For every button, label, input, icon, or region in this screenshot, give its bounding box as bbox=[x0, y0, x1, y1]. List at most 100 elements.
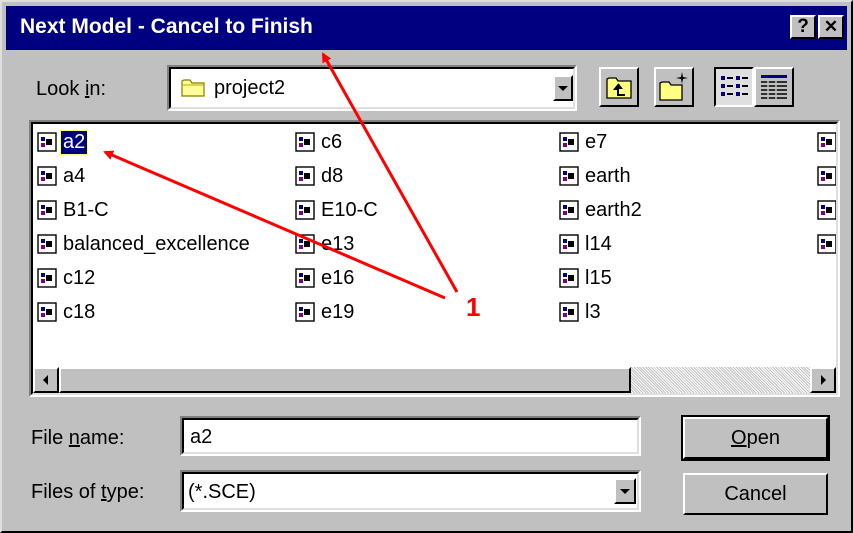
model-file-icon bbox=[37, 302, 57, 322]
model-file-icon bbox=[37, 132, 57, 152]
file-item-label: earth2 bbox=[585, 199, 642, 221]
file-item[interactable]: a2 bbox=[37, 130, 287, 158]
model-file-icon bbox=[295, 132, 315, 152]
look-in-label: Look in: bbox=[36, 78, 107, 100]
file-item-label: e13 bbox=[321, 233, 355, 255]
scroll-thumb[interactable] bbox=[59, 367, 631, 393]
file-type-select[interactable]: (*.SCE) bbox=[180, 470, 641, 512]
chevron-down-icon bbox=[620, 489, 630, 494]
open-button[interactable]: Open bbox=[681, 415, 830, 461]
window-title: Next Model - Cancel to Finish bbox=[20, 15, 313, 38]
model-file-icon bbox=[295, 234, 315, 254]
close-button[interactable]: ✕ bbox=[818, 15, 844, 39]
cancel-button[interactable]: Cancel bbox=[683, 473, 828, 515]
scroll-track[interactable] bbox=[631, 367, 810, 393]
model-file-icon bbox=[817, 132, 836, 152]
file-item[interactable]: l15 bbox=[559, 266, 809, 294]
model-file-icon bbox=[295, 200, 315, 220]
arrow-right-icon bbox=[821, 375, 826, 385]
model-file-icon bbox=[559, 234, 579, 254]
file-item[interactable]: e16 bbox=[295, 266, 545, 294]
file-name-value: a2 bbox=[190, 426, 213, 448]
model-file-icon bbox=[559, 166, 579, 186]
file-item[interactable]: l14 bbox=[559, 232, 809, 260]
file-item[interactable]: E10-C bbox=[295, 198, 545, 226]
model-file-icon bbox=[295, 166, 315, 186]
file-item[interactable]: c18 bbox=[37, 300, 287, 328]
file-item-partial[interactable] bbox=[817, 198, 836, 226]
folder-icon bbox=[181, 79, 205, 97]
model-file-icon bbox=[817, 166, 836, 186]
file-list[interactable]: a2 a4 B1-C balanced_excellence c12 c18 c6 d8 E10… bbox=[29, 120, 840, 397]
file-item-label: l3 bbox=[585, 301, 601, 323]
look-in-value: project2 bbox=[214, 77, 286, 99]
scroll-left-button[interactable] bbox=[33, 367, 59, 393]
file-item[interactable]: balanced_excellence bbox=[37, 232, 287, 260]
file-item-label: E10-C bbox=[321, 199, 378, 221]
file-item-partial[interactable] bbox=[817, 164, 836, 192]
model-file-icon bbox=[37, 234, 57, 254]
file-item-label: balanced_excellence bbox=[63, 233, 250, 255]
file-item[interactable]: B1-C bbox=[37, 198, 287, 226]
list-view-button[interactable] bbox=[714, 67, 754, 107]
file-list-area: a2 a4 B1-C balanced_excellence c12 c18 c6 d8 E10… bbox=[33, 124, 836, 368]
scroll-right-button[interactable] bbox=[810, 367, 836, 393]
file-item[interactable]: c12 bbox=[37, 266, 287, 294]
model-file-icon bbox=[559, 132, 579, 152]
help-button[interactable]: ? bbox=[790, 15, 816, 39]
file-item-label: e19 bbox=[321, 301, 355, 323]
file-item[interactable]: c6 bbox=[295, 130, 545, 158]
model-file-icon bbox=[37, 166, 57, 186]
file-item[interactable]: a4 bbox=[37, 164, 287, 192]
list-view-icon bbox=[721, 76, 748, 96]
details-view-icon bbox=[761, 75, 787, 100]
file-item-label: l14 bbox=[585, 233, 612, 255]
file-item-label: c12 bbox=[63, 267, 96, 289]
file-item-label: d8 bbox=[321, 165, 344, 187]
title-bar[interactable]: Next Model - Cancel to Finish ? ✕ bbox=[6, 6, 847, 50]
file-type-value: (*.SCE) bbox=[188, 481, 256, 503]
create-new-folder-icon bbox=[659, 72, 688, 101]
file-item-label: l15 bbox=[585, 267, 612, 289]
file-item-partial[interactable] bbox=[817, 232, 836, 260]
file-item[interactable]: l3 bbox=[559, 300, 809, 328]
model-file-icon bbox=[295, 302, 315, 322]
file-item-label: c6 bbox=[321, 131, 343, 153]
file-item-partial[interactable] bbox=[817, 130, 836, 158]
file-item-label: c18 bbox=[63, 301, 96, 323]
up-one-level-icon bbox=[606, 77, 632, 99]
model-file-icon bbox=[559, 268, 579, 288]
file-item-label: B1-C bbox=[63, 199, 109, 221]
file-item[interactable]: e13 bbox=[295, 232, 545, 260]
model-file-icon bbox=[295, 268, 315, 288]
file-type-dropdown-button[interactable] bbox=[614, 478, 636, 504]
model-file-icon bbox=[37, 200, 57, 220]
file-item[interactable]: e19 bbox=[295, 300, 545, 328]
create-new-folder-button[interactable] bbox=[654, 67, 694, 107]
model-file-icon bbox=[559, 200, 579, 220]
model-file-icon bbox=[817, 200, 836, 220]
model-file-icon bbox=[37, 268, 57, 288]
file-item-label: a4 bbox=[63, 165, 86, 187]
file-item[interactable]: e7 bbox=[559, 130, 809, 158]
model-file-icon bbox=[817, 234, 836, 254]
chevron-down-icon bbox=[558, 86, 568, 91]
model-file-icon bbox=[559, 302, 579, 322]
file-item-label: e7 bbox=[585, 131, 608, 153]
arrow-left-icon bbox=[43, 375, 48, 385]
file-item-label: a2 bbox=[59, 130, 89, 155]
file-item-label: e16 bbox=[321, 267, 355, 289]
up-one-level-button[interactable] bbox=[599, 67, 639, 107]
details-view-button[interactable] bbox=[754, 67, 794, 107]
file-item[interactable]: d8 bbox=[295, 164, 545, 192]
file-name-input[interactable]: a2 bbox=[180, 416, 641, 456]
callout-number: 1 bbox=[466, 292, 481, 322]
horizontal-scrollbar[interactable] bbox=[33, 367, 836, 393]
open-file-dialog: Next Model - Cancel to Finish ? ✕ Look i… bbox=[0, 0, 853, 533]
look-in-dropdown-button[interactable] bbox=[553, 75, 573, 101]
file-name-label: File name: bbox=[31, 427, 125, 449]
file-item-label: earth bbox=[585, 165, 631, 187]
file-item[interactable]: earth2 bbox=[559, 198, 809, 226]
look-in-combobox[interactable]: project2 bbox=[167, 65, 577, 111]
file-item[interactable]: earth bbox=[559, 164, 809, 192]
